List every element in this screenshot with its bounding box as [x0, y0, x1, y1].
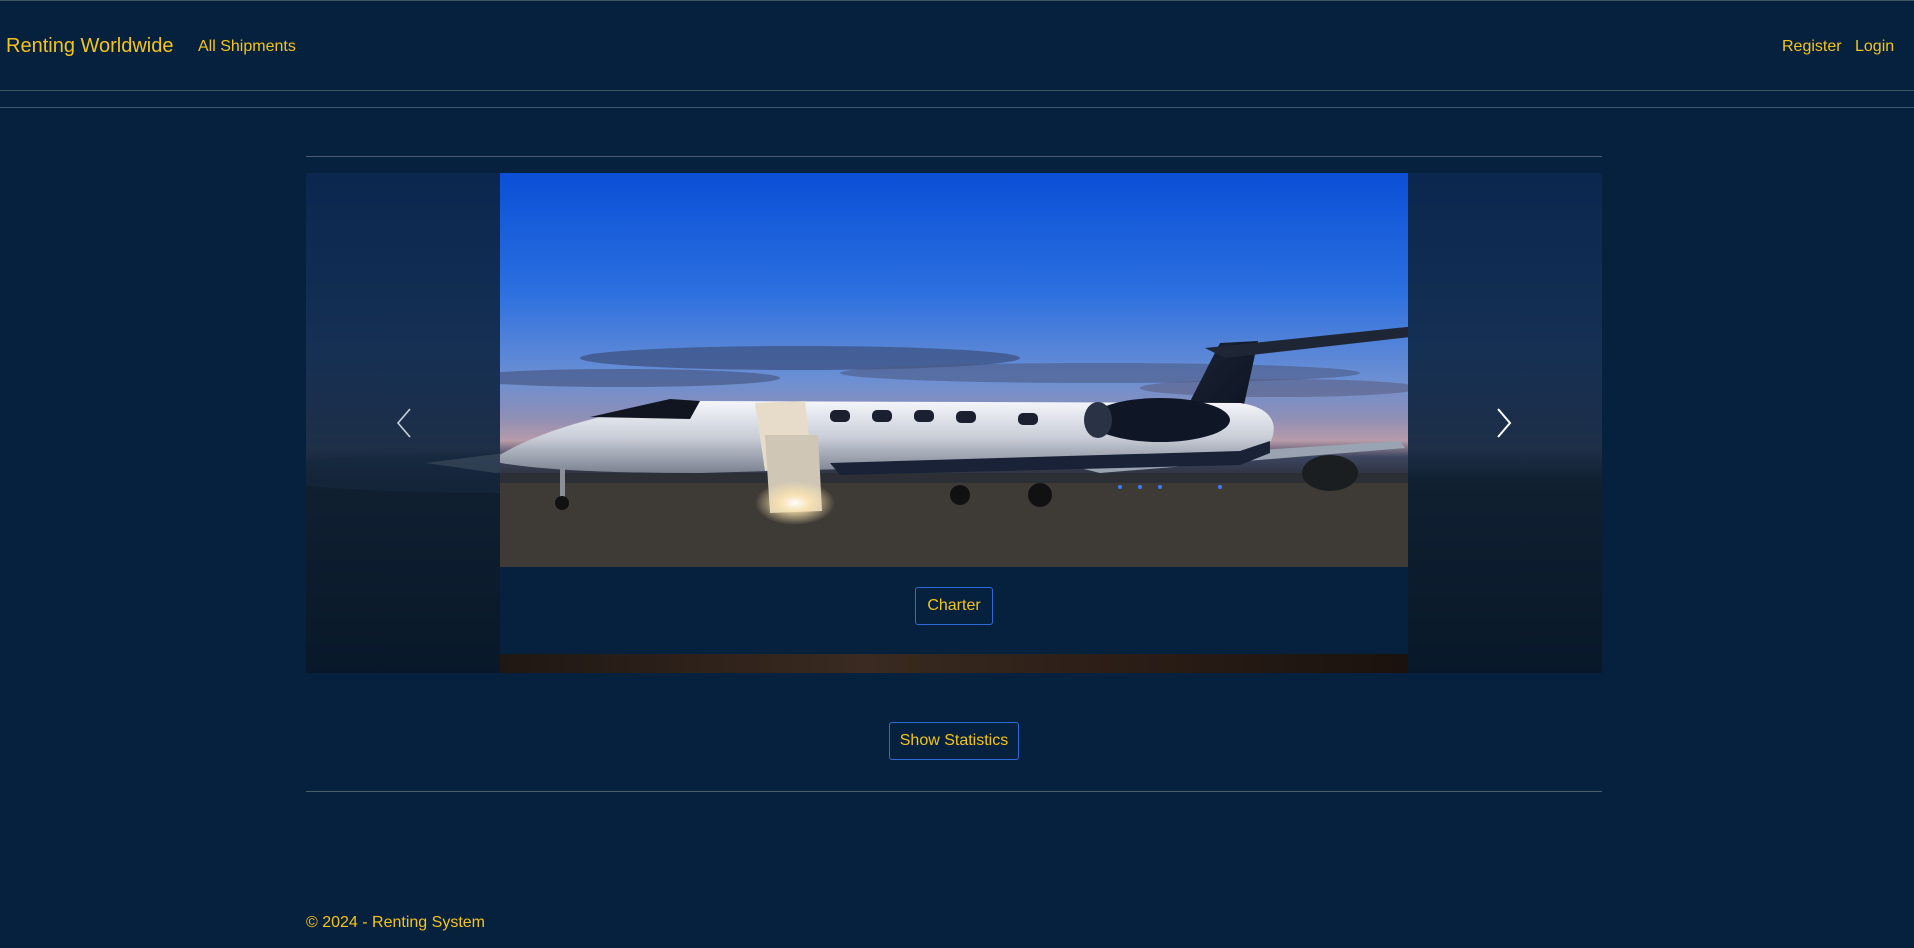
slide-image — [500, 173, 1408, 567]
show-statistics-button[interactable]: Show Statistics — [889, 722, 1019, 760]
footer-copyright: © 2024 - Renting System — [306, 914, 485, 931]
chevron-right-icon — [1494, 407, 1514, 439]
brand-link[interactable]: Renting Worldwide — [6, 35, 174, 58]
nav-link-all-shipments[interactable]: All Shipments — [198, 38, 296, 56]
charter-button[interactable]: Charter — [915, 587, 993, 625]
nav-link-login[interactable]: Login — [1855, 38, 1894, 56]
chevron-left-icon — [394, 407, 414, 439]
nav-link-register[interactable]: Register — [1782, 38, 1842, 56]
navbar-divider — [0, 107, 1914, 108]
navbar: Renting Worldwide All Shipments Register… — [0, 0, 1914, 91]
top-divider — [306, 156, 1602, 157]
next-slide-peek — [500, 654, 1408, 673]
carousel-prev-button[interactable] — [334, 173, 474, 673]
carousel-next-button[interactable] — [1434, 173, 1574, 673]
bottom-divider — [306, 791, 1602, 792]
